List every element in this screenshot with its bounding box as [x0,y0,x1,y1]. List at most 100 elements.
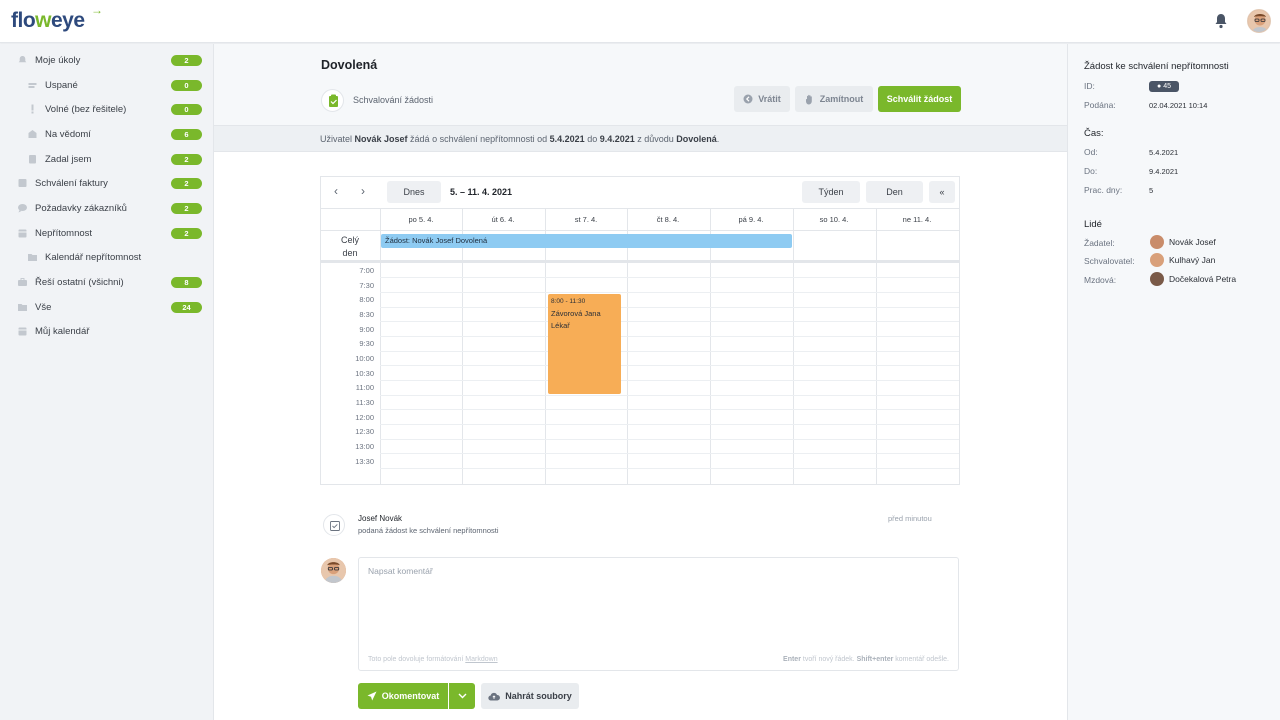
exclamation-icon [31,104,34,114]
calendar-event[interactable]: 8:00 - 11:30 Závorová Jana Lékař [548,294,621,394]
sidebar-item-uspane[interactable]: Uspané 0 [0,73,214,97]
time-label: 12:30 [355,427,374,436]
time-label: 13:30 [355,457,374,466]
grid-line [380,409,959,410]
time-label: 11:00 [355,383,374,392]
markdown-hint: Toto pole dovoluje formátování Markdown [368,656,498,663]
collapse-double-chevron-icon[interactable]: « [929,181,955,203]
arrow-left-circle-icon [743,94,753,104]
logo[interactable]: floweye → [11,3,103,33]
comment-input[interactable]: Napsat komentář Toto pole dovoluje formá… [358,557,959,671]
sidebar-item-volne[interactable]: Volné (bez řešitele) 0 [0,97,214,121]
id-badge: ● 45 [1149,81,1179,92]
upload-files-button[interactable]: Nahrát soubory [481,683,579,709]
requester-label: Žadatel: [1084,238,1115,248]
grid-line [380,395,959,396]
grid-line [380,351,959,352]
today-button[interactable]: Dnes [387,181,441,203]
request-details-panel: Žádost ke schválení nepřítomnosti ID: ● … [1067,44,1280,720]
sidebar-item-na-vedomi[interactable]: Na vědomí 6 [0,122,214,146]
time-label: 7:00 [359,266,374,275]
from-label: Od: [1084,147,1098,157]
reject-button[interactable]: Zamítnout [795,86,873,112]
approver-label: Schvalovatel: [1084,256,1135,266]
avatar [1150,235,1164,249]
panel-title: Žádost ke schválení nepřítomnosti [1084,61,1229,72]
sidebar-item-schvaleni-faktury[interactable]: Schválení faktury 2 [0,171,214,195]
payroll-label: Mzdová: [1084,275,1117,285]
sidebar-item-pozadavky[interactable]: Požadavky zákazníků 2 [0,196,214,220]
grid-line [793,208,794,484]
week-view-button[interactable]: Týden [802,181,860,203]
id-label: ID: [1084,81,1095,91]
calendar-icon [18,229,27,238]
approver[interactable]: Kulhavý Jan [1150,253,1215,267]
grid-line [876,208,877,484]
grid-line [380,453,959,454]
task-header: Dovolená Schvalování žádosti Vrátit Zamí… [214,44,1067,125]
event-type: Lékař [551,321,570,330]
approve-button[interactable]: Schválit žádost [878,86,961,112]
time-label: 8:30 [359,310,374,319]
sidebar: Moje úkoly 2 Uspané 0 Volné (bez řešitel… [0,44,214,720]
send-icon [367,691,377,701]
sidebar-item-kalendar-nepritomnost[interactable]: Kalendář nepřítomnost [0,245,214,269]
sidebar-item-moje-ukoly[interactable]: Moje úkoly 2 [0,48,214,72]
grid-line [380,336,959,337]
submitted-label: Podána: [1084,100,1116,110]
sidebar-item-zadal-jsem[interactable]: Zadal jsem 2 [0,147,214,171]
sidebar-item-muj-kalendar[interactable]: Můj kalendář [0,319,214,343]
grid-line [380,365,959,366]
day-header: pá 9. 4. [738,215,764,224]
from-value: 5.4.2021 [1149,148,1179,157]
day-header: so 10. 4. [819,215,849,224]
allday-event[interactable]: Žádost: Novák Josef Dovolená [381,234,792,248]
notification-bell-icon[interactable] [1214,13,1228,29]
count-badge: 0 [171,103,202,115]
requester[interactable]: Novák Josef [1150,235,1216,249]
sidebar-item-nepritomnost[interactable]: Nepřítomnost 2 [0,221,214,245]
activity-time: před minutou [888,514,932,523]
day-view-button[interactable]: Den [866,181,923,203]
allday-label: Celý den [341,235,360,258]
sidebar-item-vse[interactable]: Vše 24 [0,295,214,319]
grid-line [462,208,463,484]
chat-icon [18,204,27,213]
sidebar-item-resi-ostatni[interactable]: Řeší ostatní (všichni) 8 [0,270,214,294]
submit-options-chevron-down-icon[interactable] [449,683,475,709]
sleep-icon [28,83,37,88]
next-week-chevron-icon[interactable]: › [361,184,365,198]
day-header: po 5. 4. [408,215,434,224]
time-label: 9:00 [359,325,374,334]
grid-line [545,208,546,484]
calendar-range: 5. – 11. 4. 2021 [450,187,513,197]
avatar [1150,253,1164,267]
time-label: 10:00 [355,354,374,363]
return-button[interactable]: Vrátit [734,86,790,112]
count-badge: 8 [171,276,202,288]
grid-line [380,380,959,381]
user-avatar[interactable] [1247,9,1271,33]
grid-line [710,208,711,484]
status-label: Schvalování žádosti [353,95,434,105]
time-label: 7:30 [359,281,374,290]
request-info-bar: Uživatel Novák Josef žádá o schválení ne… [214,125,1067,152]
avatar [1150,272,1164,286]
grid-line [380,468,959,469]
activity-icon-wrapper [323,514,345,536]
payroll-person[interactable]: Dočekalová Petra [1150,272,1236,286]
grid-line [380,307,959,308]
submit-comment-button[interactable]: Okomentovat [358,683,448,709]
count-badge: 6 [171,128,202,140]
absence-calendar: ‹ › Dnes 5. – 11. 4. 2021 Týden Den « po… [320,176,960,485]
event-name: Závorová Jana [551,309,601,318]
count-badge: 2 [171,202,202,214]
briefcase-icon [18,278,27,286]
commenter-avatar [321,558,346,583]
prev-week-chevron-icon[interactable]: ‹ [334,184,338,198]
time-label: 11:30 [355,398,374,407]
markdown-link[interactable]: Markdown [465,656,497,663]
count-badge: 2 [171,54,202,66]
to-value: 9.4.2021 [1149,167,1179,176]
count-badge: 0 [171,79,202,91]
